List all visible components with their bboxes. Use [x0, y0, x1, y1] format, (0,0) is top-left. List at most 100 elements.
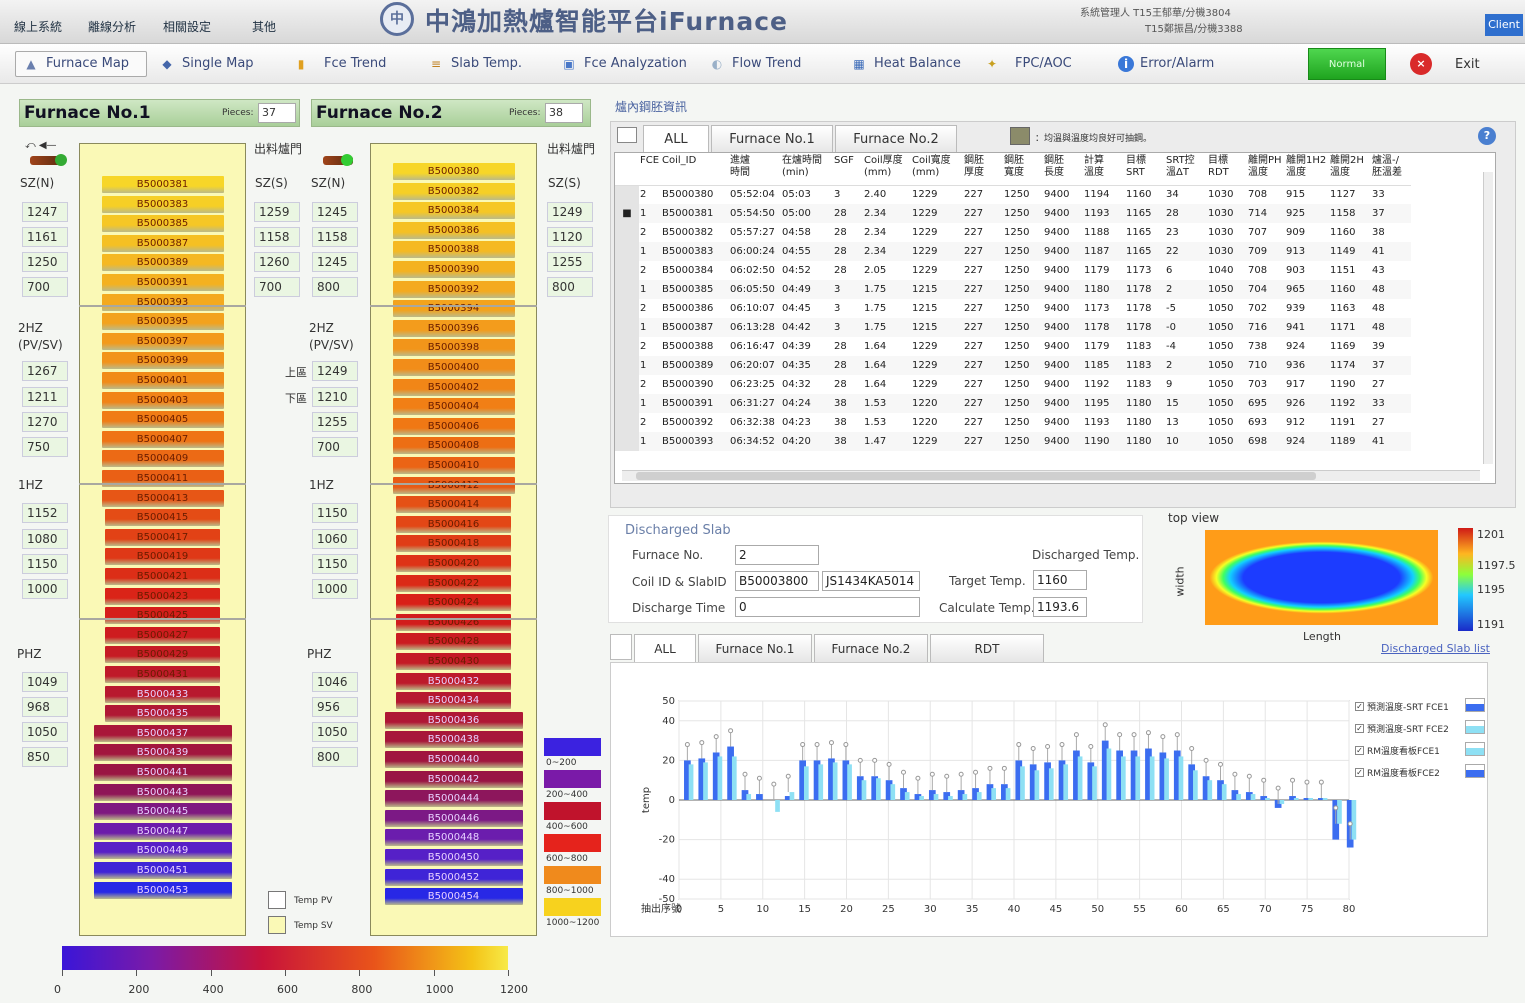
- slab-temp-button[interactable]: ≡ Slab Temp.: [427, 51, 522, 77]
- f2-slab[interactable]: B5000454: [384, 888, 523, 906]
- table-row[interactable]: 2 B5000392 06:32:38 04:23 38 1.53 1220 227 1250 9…: [615, 413, 1411, 432]
- f1-slab[interactable]: B5000435: [105, 705, 220, 723]
- f2-slab[interactable]: B5000450: [384, 849, 523, 866]
- f1-slab[interactable]: B5000445: [93, 803, 232, 821]
- f1-slab[interactable]: B5000381: [101, 176, 224, 193]
- legend-item[interactable]: ✓ 預測溫度-SRT FCE1: [1355, 700, 1449, 713]
- f2-slab[interactable]: B5000404: [392, 398, 515, 416]
- f1-slab[interactable]: B5000429: [105, 646, 220, 664]
- f1-slab[interactable]: B5000427: [105, 626, 220, 644]
- bottom-tab-furnace1[interactable]: Furnace No.1: [698, 634, 812, 662]
- fpc-aoc-button[interactable]: ✦ FPC/AOC: [983, 51, 1072, 77]
- table-hscrollbar[interactable]: [622, 470, 1480, 481]
- f1-slab[interactable]: B5000385: [101, 215, 224, 233]
- column-header[interactable]: 鋼胚 寬度: [1003, 153, 1043, 186]
- f2-slab[interactable]: B5000406: [392, 417, 515, 435]
- tab-furnace1[interactable]: Furnace No.1: [711, 125, 833, 153]
- f2-slab[interactable]: B5000452: [384, 868, 523, 886]
- column-header[interactable]: FCE: [639, 153, 661, 186]
- exit-button[interactable]: Exit: [1455, 57, 1480, 72]
- table-row[interactable]: 1 B5000393 06:34:52 04:20 38 1.47 1229 227 1250 9…: [615, 432, 1411, 451]
- table-row[interactable]: ■ 1 B5000381 05:54:50 05:00 28 2.34 1229 227 1250…: [615, 204, 1411, 223]
- f1-slab[interactable]: B5000389: [101, 254, 224, 272]
- table-row[interactable]: 1 B5000385 06:05:50 04:49 3 1.75 1215 227 1250 94…: [615, 280, 1411, 299]
- f2-slab[interactable]: B5000414: [396, 496, 511, 514]
- f1-slab[interactable]: B5000449: [93, 842, 232, 860]
- column-header[interactable]: 目標 RDT: [1207, 153, 1247, 186]
- tab-all[interactable]: ALL: [643, 125, 709, 153]
- f1-slab[interactable]: B5000413: [101, 489, 224, 507]
- table-row[interactable]: 2 B5000382 05:57:27 04:58 28 2.34 1229 227 1250 9…: [615, 223, 1411, 242]
- column-header[interactable]: [615, 153, 639, 186]
- f2-slab[interactable]: B5000430: [396, 653, 511, 670]
- legend-checkbox[interactable]: ✓: [1355, 702, 1364, 711]
- f2-slab[interactable]: B5000438: [384, 731, 523, 749]
- legend-item[interactable]: ✓ 預測溫度-SRT FCE2: [1355, 722, 1449, 735]
- f1-slab[interactable]: B5000453: [93, 881, 232, 899]
- f1-slab[interactable]: B5000417: [105, 528, 220, 546]
- fce-analyzation-button[interactable]: ▣ Fce Analyzation: [560, 51, 687, 77]
- f2-slab[interactable]: B5000442: [384, 770, 523, 788]
- fce-trend-button[interactable]: ▮ Fce Trend: [292, 51, 387, 77]
- f1-slab[interactable]: B5000395: [101, 313, 224, 331]
- f1-slab[interactable]: B5000433: [105, 685, 220, 703]
- table-row[interactable]: 2 B5000388 06:16:47 04:39 28 1.64 1229 227 1250 9…: [615, 337, 1411, 356]
- single-map-button[interactable]: ◆ Single Map: [158, 51, 253, 77]
- f1-slab[interactable]: B5000409: [101, 450, 224, 468]
- f2-slab[interactable]: B5000402: [392, 378, 515, 396]
- column-header[interactable]: Coil寬度 (mm): [911, 153, 963, 186]
- f2-slab[interactable]: B5000424: [396, 594, 511, 612]
- column-header[interactable]: SRT控 溫ΔT: [1165, 153, 1207, 186]
- f1-slab[interactable]: B5000421: [105, 568, 220, 585]
- column-header[interactable]: Coil_ID: [661, 153, 729, 186]
- f2-slab[interactable]: B5000394: [392, 300, 515, 318]
- menu-settings[interactable]: 相關設定: [163, 18, 211, 35]
- column-header[interactable]: 在爐時間 (min): [781, 153, 833, 186]
- column-header[interactable]: 進爐 時間: [729, 153, 781, 186]
- f2-slab[interactable]: B5000444: [384, 790, 523, 808]
- f1-slab[interactable]: B5000401: [101, 372, 224, 389]
- heat-balance-button[interactable]: ▦ Heat Balance: [850, 51, 961, 77]
- slab-id-field[interactable]: JS1434KA5014: [822, 571, 920, 591]
- table-row[interactable]: 2 B5000380 05:52:04 05:03 3 2.40 1229 227 1250 94…: [615, 185, 1411, 204]
- table-row[interactable]: 1 B5000383 06:00:24 04:55 28 2.34 1229 227 1250 9…: [615, 242, 1411, 261]
- legend-checkbox[interactable]: ✓: [1355, 768, 1364, 777]
- f1-slab[interactable]: B5000441: [93, 764, 232, 781]
- f2-slab[interactable]: B5000426: [396, 613, 511, 631]
- f2-slab[interactable]: B5000388: [392, 241, 515, 259]
- f2-slab[interactable]: B5000418: [396, 535, 511, 553]
- column-header[interactable]: Coil厚度 (mm): [863, 153, 911, 186]
- error-alarm-button[interactable]: i Error/Alarm: [1118, 51, 1214, 77]
- legend-checkbox[interactable]: ✓: [1355, 746, 1364, 755]
- column-header[interactable]: 計算 溫度: [1083, 153, 1125, 186]
- table-row[interactable]: 2 B5000384 06:02:50 04:52 28 2.05 1229 227 1250 9…: [615, 261, 1411, 280]
- f1-slab[interactable]: B5000399: [101, 352, 224, 370]
- legend-item[interactable]: ✓ RM溫度看板FCE1: [1355, 744, 1440, 757]
- f2-slab[interactable]: B5000432: [396, 672, 511, 690]
- furnace-no-field[interactable]: 2: [735, 545, 819, 565]
- f1-slab[interactable]: B5000403: [101, 391, 224, 409]
- column-header[interactable]: 鋼胚 長度: [1043, 153, 1083, 186]
- f2-slab[interactable]: B5000416: [396, 515, 511, 533]
- f1-slab[interactable]: B5000425: [105, 607, 220, 625]
- f2-slab[interactable]: B5000380: [392, 163, 515, 180]
- f2-slab[interactable]: B5000446: [384, 809, 523, 827]
- target-temp-field[interactable]: 1160: [1033, 570, 1087, 590]
- f2-slab[interactable]: B5000434: [396, 692, 511, 710]
- table-row[interactable]: 2 B5000386 06:10:07 04:45 3 1.75 1215 227 1250 94…: [615, 299, 1411, 318]
- f2-slab[interactable]: B5000448: [384, 829, 523, 847]
- f1-slab[interactable]: B5000415: [105, 509, 220, 527]
- bottom-tab-furnace2[interactable]: Furnace No.2: [814, 634, 928, 662]
- column-header[interactable]: 離開PH 溫度: [1247, 153, 1285, 186]
- f2-slab[interactable]: B5000396: [392, 319, 515, 337]
- f1-slab[interactable]: B5000407: [101, 430, 224, 448]
- table-row[interactable]: 1 B5000391 06:31:27 04:24 38 1.53 1220 227 1250 9…: [615, 394, 1411, 413]
- f2-slab[interactable]: B5000382: [392, 182, 515, 200]
- f2-slab[interactable]: B5000390: [392, 261, 515, 278]
- f1-slab[interactable]: B5000383: [101, 195, 224, 213]
- f2-slab[interactable]: B5000410: [392, 457, 515, 474]
- f2-slab[interactable]: B5000420: [396, 555, 511, 572]
- f2-slab[interactable]: B5000422: [396, 574, 511, 592]
- f2-slab[interactable]: B5000412: [392, 476, 515, 494]
- exit-icon[interactable]: ×: [1410, 53, 1432, 75]
